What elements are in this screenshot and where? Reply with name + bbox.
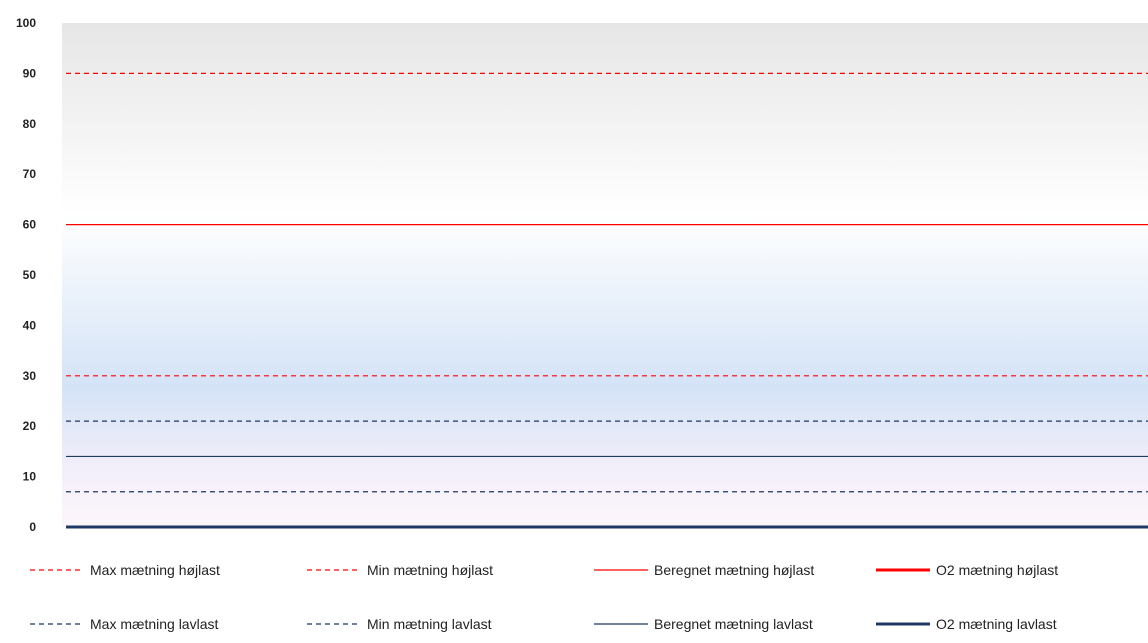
legend-swatch: [307, 620, 361, 628]
legend-label: O2 mætning højlast: [936, 562, 1059, 578]
legend-item-3: Beregnet mætning højlast: [594, 560, 814, 580]
legend-item-6: Min mætning lavlast: [307, 614, 492, 634]
y-axis-ticks: 0 10 20 30 40 50 60 70 80 90 100: [16, 16, 36, 534]
legend-label: Min mætning højlast: [367, 562, 494, 578]
y-tick-label-0: 0: [29, 520, 36, 534]
legend-swatch: [307, 566, 361, 574]
legend-item-1: Max mætning højlast: [30, 560, 220, 580]
legend-label: O2 mætning lavlast: [936, 616, 1057, 632]
y-tick-label-100: 100: [16, 16, 36, 30]
y-tick-label-50: 50: [23, 268, 37, 282]
y-tick-label-30: 30: [23, 369, 37, 383]
legend-item-8: O2 mætning lavlast: [876, 614, 1057, 634]
legend-swatch: [594, 566, 648, 574]
y-tick-label-40: 40: [23, 318, 37, 332]
chart-svg: 0 10 20 30 40 50 60 70 80 90 100: [16, 16, 1148, 534]
legend-item-7: Beregnet mætning lavlast: [594, 614, 813, 634]
y-tick-label-60: 60: [23, 218, 37, 232]
legend-swatch: [594, 620, 648, 628]
legend-item-5: Max mætning lavlast: [30, 614, 218, 634]
legend-item-4: O2 mætning højlast: [876, 560, 1058, 580]
legend-label: Beregnet mætning højlast: [654, 562, 815, 578]
legend-label: Beregnet mætning lavlast: [654, 616, 813, 632]
y-tick-label-90: 90: [23, 66, 37, 80]
legend-label: Min mætning lavlast: [367, 616, 492, 632]
legend-label: Max mætning højlast: [90, 562, 220, 578]
y-tick-label-10: 10: [23, 470, 37, 484]
legend-item-2: Min mætning højlast: [307, 560, 493, 580]
legend-swatch: [876, 566, 930, 574]
y-tick-label-80: 80: [23, 117, 37, 131]
legend-swatch: [30, 620, 84, 628]
y-tick-label-20: 20: [23, 419, 37, 433]
legend-swatch: [876, 620, 930, 628]
y-tick-label-70: 70: [23, 167, 37, 181]
chart: 0 10 20 30 40 50 60 70 80 90 100: [0, 0, 1148, 545]
legend: Max mætning højlast Min mætning højlast Be…: [0, 545, 1148, 643]
plot-area: [62, 23, 1148, 527]
legend-label: Max mætning lavlast: [90, 616, 219, 632]
legend-swatch: [30, 566, 84, 574]
